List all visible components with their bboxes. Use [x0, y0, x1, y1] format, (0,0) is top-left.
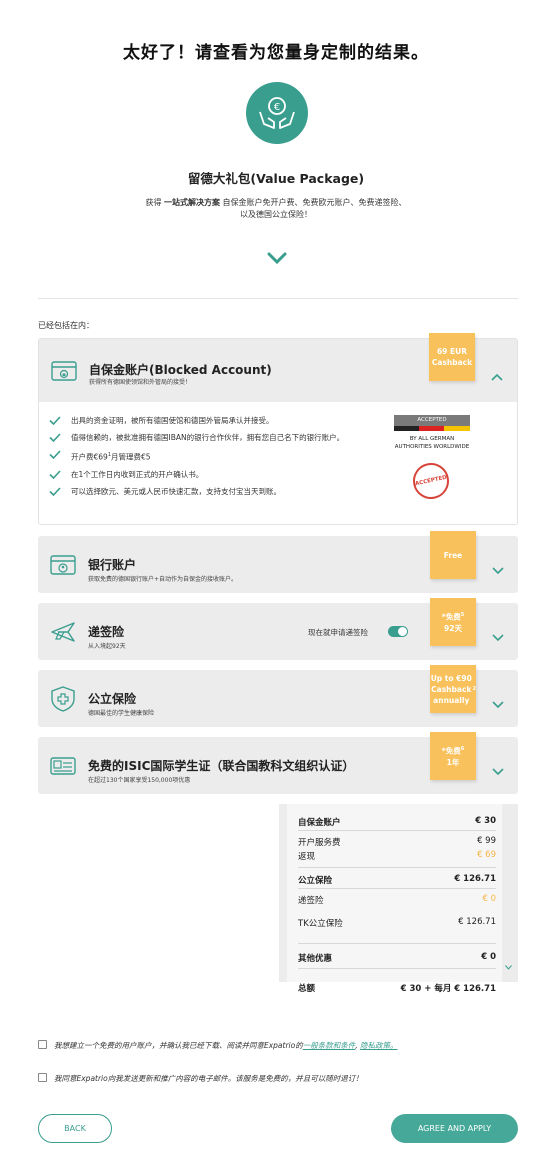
money-hands-icon: €: [246, 82, 308, 144]
isic-subtitle: 在超过130个国家享受150,000项优惠: [88, 777, 191, 784]
travel-insurance-card[interactable]: 递签险 从入境起92天 现在就申请递签险 *免费5 92天: [38, 598, 518, 660]
summary-row-blocked: 自保金账户 € 30: [298, 816, 496, 828]
accepted-badge: ACCEPTED BY ALL GERMAN AUTHORITIES WORLD…: [394, 415, 472, 503]
cashback-tag: 69 EUR Cashback: [429, 333, 475, 381]
summary-row-travel: 递签险 € 0: [298, 894, 496, 906]
package-description: 获得 一站式解决方案 自保金账户免开户费、免费欧元账户、免费递签险、 以及德国公…: [145, 198, 407, 219]
travel-insurance-title: 递签险: [88, 625, 125, 639]
student-card-icon: [48, 751, 78, 781]
divider: [298, 943, 496, 944]
blocked-account-card: 自保金账户(Blocked Account) 获得所有德国使领馆和外管局的接受！…: [38, 333, 518, 525]
bank-account-card[interactable]: 银行账户 获取免费的德国银行账户+自动作为自保金的接收账户。 Free: [38, 531, 518, 593]
divider: [298, 867, 496, 868]
public-insurance-title: 公立保险: [88, 692, 137, 706]
toggle-knob: [398, 627, 407, 636]
terms-link[interactable]: 一般条款和条件: [303, 1041, 356, 1050]
isic-title: 免费的ISIC国际学生证（联合国教科文组织认证）: [88, 759, 355, 773]
health-shield-icon: [48, 684, 78, 714]
included-label: 已经包括在内：: [38, 321, 94, 330]
travel-insurance-toggle[interactable]: [388, 626, 408, 637]
terms-checkbox[interactable]: [38, 1040, 47, 1049]
svg-text:€: €: [274, 102, 280, 113]
summary-row-fee: 开户服务费 € 99: [298, 836, 496, 848]
travel-insurance-subtitle: 从入境起92天: [88, 643, 126, 650]
chevron-down-icon[interactable]: [266, 250, 288, 266]
summary-row-total: 总额 € 30 + 每月 € 126.71: [298, 984, 496, 994]
bank-account-subtitle: 获取免费的德国银行账户+自动作为自保金的接收账户。: [88, 576, 238, 583]
consent-newsletter-text: 我同意Expatrio向我发送更新和推广内容的电子邮件。该服务是免费的，并且可以…: [54, 1074, 363, 1083]
package-title: 留德大礼包(Value Package): [187, 171, 365, 186]
summary-row-cashback: 返现 € 69: [298, 850, 496, 862]
isic-card[interactable]: 免费的ISIC国际学生证（联合国教科文组织认证） 在超过130个国家享受150,…: [38, 732, 518, 794]
list-item: 值得信赖的，被批准拥有德国IBAN的银行合作伙伴，拥有您自己名下的银行账户。: [49, 432, 379, 444]
price-summary: 自保金账户 € 30 开户服务费 € 99 返现 € 69 公立保险 € 126.71 …: [279, 804, 518, 982]
divider: [298, 830, 496, 831]
accepted-bar: ACCEPTED: [394, 415, 470, 426]
divider: [298, 968, 496, 969]
chevron-down-icon[interactable]: [492, 627, 504, 642]
chevron-down-icon[interactable]: [492, 761, 504, 776]
safe-card-icon: [49, 356, 79, 386]
back-button[interactable]: BACK: [38, 1114, 112, 1143]
summary-row-tk: TK公立保险 € 126.71: [298, 917, 496, 929]
check-icon: [49, 486, 61, 496]
public-insurance-card[interactable]: 公立保险 德国最佳的学生健康保险 Up to €90 Cashback annu…: [38, 665, 518, 727]
price-summary-inner: 自保金账户 € 30 开户服务费 € 99 返现 € 69 公立保险 € 126.71 …: [287, 804, 502, 982]
accepted-stamp-icon: ACCEPTED: [409, 459, 453, 503]
check-icon: [49, 433, 61, 443]
airplane-icon: [48, 617, 78, 647]
chevron-up-icon[interactable]: [491, 366, 503, 381]
summary-row-discount[interactable]: 其他优惠 € 0: [298, 952, 496, 964]
bank-account-title: 银行账户: [88, 558, 137, 572]
public-insurance-subtitle: 德国最佳的学生健康保险: [88, 710, 155, 717]
agree-and-apply-button[interactable]: AGREE AND APPLY: [391, 1114, 518, 1143]
free-92-days-tag: *免费5 92天: [430, 598, 476, 646]
page-title: 太好了！请查看为您量身定制的结果。: [123, 43, 429, 63]
divider: [38, 298, 518, 299]
cashback-annual-tag: Up to €90 Cashback annually 2: [430, 665, 476, 713]
check-icon: [49, 469, 61, 479]
list-item: 出具的资金证明，被所有德国使馆和德国外管局承认并接受。: [49, 415, 379, 427]
chevron-down-icon[interactable]: [492, 694, 504, 709]
blocked-account-subtitle: 获得所有德国使领馆和外管局的接受！: [89, 379, 192, 386]
summary-row-insurance: 公立保险 € 126.71: [298, 874, 496, 886]
german-flag: [394, 426, 470, 431]
chevron-down-icon[interactable]: [505, 955, 512, 970]
newsletter-checkbox[interactable]: [38, 1073, 47, 1082]
divider: [298, 888, 496, 889]
accepted-text: BY ALL GERMAN AUTHORITIES WORLDWIDE: [394, 436, 470, 450]
chevron-down-icon[interactable]: [492, 560, 504, 575]
bank-card-icon: [48, 550, 78, 580]
list-item: 在1个工作日内收到正式的开户确认书。: [49, 469, 379, 481]
list-item: 可以选择欧元、美元或人民币快速汇款，支持支付宝当天到账。: [49, 486, 379, 498]
privacy-link[interactable]: 隐私政策。: [360, 1041, 398, 1050]
free-tag: Free: [430, 531, 476, 579]
blocked-account-title: 自保金账户(Blocked Account): [89, 363, 272, 377]
check-icon: [49, 416, 61, 426]
toggle-label: 现在就申请递签险: [308, 628, 368, 637]
check-icon: [49, 450, 61, 460]
list-item: 开户费€691月管理费€5: [49, 449, 379, 464]
benefit-list: 出具的资金证明，被所有德国使馆和德国外管局承认并接受。 值得信赖的，被批准拥有德…: [49, 415, 379, 503]
free-1-year-tag: *免费6 1年: [430, 732, 476, 780]
consent-terms-text: 我想建立一个免费的用户账户，并确认我已经下载、阅读并同意Expatrio的一般条…: [54, 1041, 398, 1050]
